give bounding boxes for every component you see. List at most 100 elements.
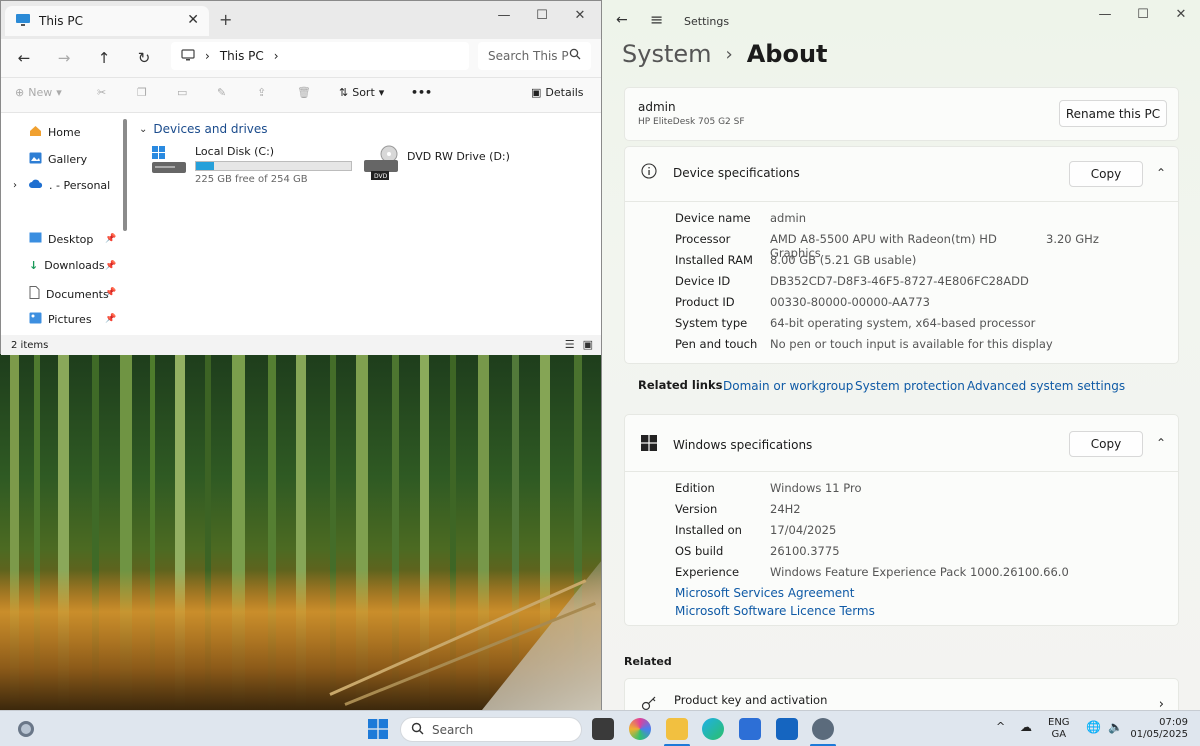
- drive-usage-fill: [196, 162, 214, 170]
- spec-key: Device ID: [675, 274, 731, 288]
- clock[interactable]: 07:09 01/05/2025: [1128, 717, 1188, 741]
- nav-item-home[interactable]: Home: [29, 125, 80, 140]
- back-arrow-icon[interactable]: ←: [616, 12, 628, 28]
- store-icon[interactable]: [739, 718, 761, 740]
- link-services-agreement[interactable]: Microsoft Services Agreement: [675, 586, 854, 600]
- device-spec-title: Device specifications: [673, 165, 800, 180]
- sort-button[interactable]: ⇅ Sort ▾: [339, 86, 384, 99]
- nav-item-gallery[interactable]: Gallery: [29, 152, 87, 167]
- monitor-icon: [181, 48, 195, 64]
- volume-icon[interactable]: 🔈: [1108, 721, 1123, 733]
- list-view-icon[interactable]: ☰: [565, 338, 575, 351]
- product-key-card[interactable]: Product key and activation ›: [624, 678, 1179, 711]
- window-controls: — ☐ ✕: [485, 1, 599, 29]
- windows-spec-header[interactable]: Windows specifications: [641, 435, 812, 454]
- spec-key: System type: [675, 316, 748, 330]
- copy-icon[interactable]: ❐: [137, 86, 147, 99]
- drive-dvd[interactable]: DVD DVD RW Drive (D:): [363, 145, 510, 184]
- rename-pc-button[interactable]: Rename this PC: [1059, 100, 1167, 127]
- pin-icon[interactable]: 📌: [105, 314, 116, 324]
- nav-item-desktop[interactable]: Desktop: [29, 232, 93, 246]
- link-advanced-system-settings[interactable]: Advanced system settings: [967, 379, 1125, 393]
- close-button[interactable]: ✕: [561, 1, 599, 29]
- windows-spec-title: Windows specifications: [673, 437, 813, 452]
- details-label: Details: [545, 86, 584, 99]
- up-button[interactable]: ↑: [91, 46, 117, 70]
- settings-gear-icon[interactable]: [812, 718, 834, 740]
- nav-label: . - Personal: [49, 179, 111, 192]
- taskbar: Search ^ ☁ ENG GA 🌐 🔈 07:09 01/05/2025: [0, 710, 1200, 746]
- breadcrumb-system[interactable]: System: [622, 40, 712, 68]
- paste-icon[interactable]: ▭: [177, 86, 187, 99]
- maximize-button[interactable]: ☐: [523, 1, 561, 29]
- copilot-icon[interactable]: [629, 718, 651, 740]
- spec-value: 64-bit operating system, x64-based proce…: [770, 316, 1036, 330]
- refresh-button[interactable]: ↻: [131, 46, 157, 70]
- nav-item-onedrive[interactable]: . - Personal: [29, 179, 110, 192]
- language-indicator[interactable]: ENG GA: [1048, 717, 1070, 741]
- show-hidden-icons-chevron[interactable]: ^: [996, 721, 1005, 733]
- address-bar-row: ← → ↑ ↻ › This PC › Search This P: [1, 39, 601, 77]
- navigation-pane: Home Gallery › . - Personal Desktop 📌 ↓ …: [1, 113, 125, 335]
- link-domain-workgroup[interactable]: Domain or workgroup: [723, 379, 853, 393]
- network-icon[interactable]: ☁: [1020, 721, 1032, 733]
- details-button[interactable]: ▣ Details: [531, 86, 584, 99]
- nav-label: Desktop: [48, 232, 94, 246]
- globe-icon[interactable]: 🌐: [1086, 721, 1101, 733]
- maximize-button[interactable]: ☐: [1124, 0, 1162, 28]
- nav-label: Pictures: [48, 313, 92, 326]
- nav-label: Gallery: [48, 153, 88, 166]
- related-links-bar: Related links Domain or workgroup System…: [624, 364, 1179, 408]
- nav-item-pictures[interactable]: Pictures: [29, 312, 92, 327]
- device-spec-header[interactable]: Device specifications: [641, 163, 800, 182]
- minimize-button[interactable]: —: [485, 1, 523, 29]
- share-icon[interactable]: ⇪: [257, 86, 266, 99]
- drive-local-disk[interactable]: Local Disk (C:) 225 GB free of 254 GB: [151, 145, 352, 185]
- copy-device-specs-button[interactable]: Copy: [1069, 161, 1143, 187]
- expand-chevron-icon[interactable]: ›: [13, 180, 17, 191]
- window-controls: — ☐ ✕: [1086, 0, 1200, 28]
- task-view-icon[interactable]: [592, 718, 614, 740]
- copy-windows-specs-button[interactable]: Copy: [1069, 431, 1143, 457]
- file-explorer-icon[interactable]: [666, 718, 688, 740]
- search-icon: [569, 48, 581, 63]
- divider: [625, 471, 1178, 472]
- delete-icon[interactable]: 🗑: [297, 86, 311, 99]
- group-header-devices[interactable]: ⌄ Devices and drives: [139, 122, 268, 136]
- tab-this-pc[interactable]: This PC ✕: [5, 6, 209, 36]
- start-button[interactable]: [368, 719, 388, 742]
- outlook-icon[interactable]: [776, 718, 798, 740]
- new-tab-button[interactable]: +: [219, 10, 232, 29]
- hamburger-menu-icon[interactable]: ≡: [650, 10, 663, 29]
- nav-scrollbar[interactable]: [123, 119, 127, 231]
- spec-key: OS build: [675, 544, 724, 558]
- link-system-protection[interactable]: System protection: [855, 379, 965, 393]
- chevron-up-icon[interactable]: ⌃: [1156, 166, 1166, 180]
- rename-icon[interactable]: ✎: [217, 86, 226, 99]
- close-tab-icon[interactable]: ✕: [187, 12, 199, 28]
- nav-item-downloads[interactable]: ↓ Downloads: [29, 259, 105, 272]
- pin-icon[interactable]: 📌: [105, 261, 116, 271]
- status-bar: 2 items ☰ ▣: [1, 335, 601, 355]
- search-input[interactable]: Search This P: [478, 42, 591, 70]
- edge-browser-icon[interactable]: [702, 718, 724, 740]
- new-button[interactable]: ⊕ New ▾: [15, 86, 62, 99]
- pin-icon[interactable]: 📌: [105, 234, 116, 244]
- address-input[interactable]: › This PC ›: [171, 42, 469, 70]
- cut-icon[interactable]: ✂: [97, 86, 106, 99]
- more-options-button[interactable]: •••: [411, 86, 432, 99]
- link-licence-terms[interactable]: Microsoft Software Licence Terms: [675, 604, 875, 618]
- breadcrumb: System › About: [622, 40, 828, 68]
- forward-button[interactable]: →: [51, 46, 77, 70]
- pin-icon[interactable]: 📌: [105, 288, 116, 298]
- chevron-up-icon[interactable]: ⌃: [1156, 436, 1166, 450]
- close-button[interactable]: ✕: [1162, 0, 1200, 28]
- tiles-view-icon[interactable]: ▣: [583, 338, 593, 351]
- weather-widget-icon[interactable]: [16, 719, 36, 742]
- spec-key: Edition: [675, 481, 715, 495]
- taskbar-search-input[interactable]: Search: [400, 717, 582, 742]
- nav-item-documents[interactable]: Documents: [29, 286, 109, 302]
- device-spec-card: Device specifications Copy ⌃ Device name…: [624, 146, 1179, 364]
- minimize-button[interactable]: —: [1086, 0, 1124, 28]
- back-button[interactable]: ←: [11, 46, 37, 70]
